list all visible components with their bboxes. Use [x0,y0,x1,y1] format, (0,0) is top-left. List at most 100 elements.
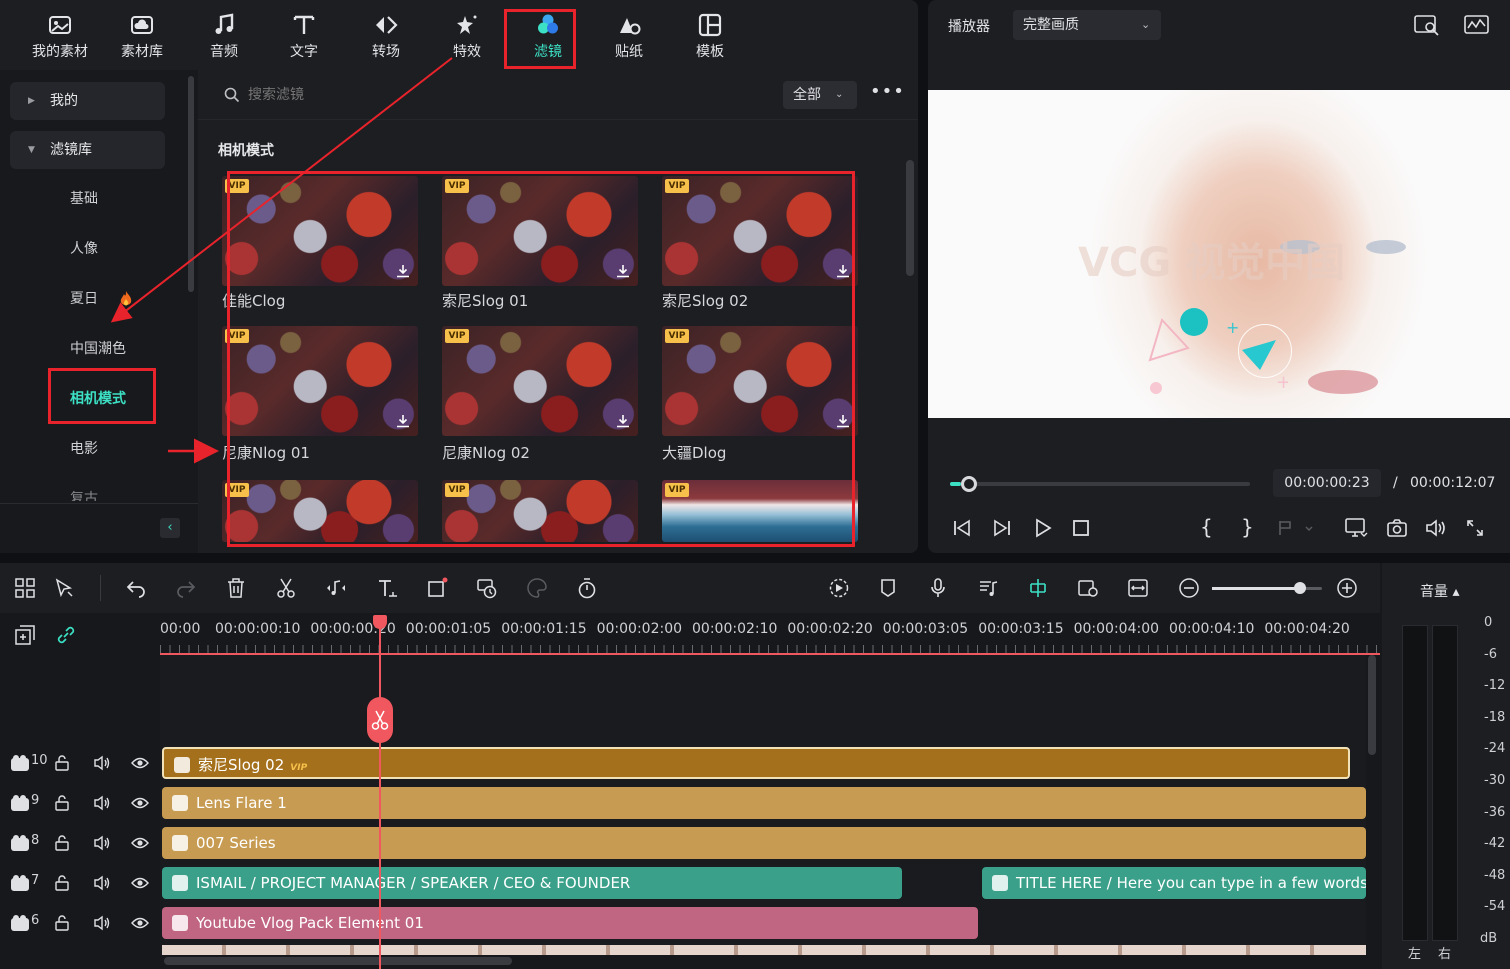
svg-text:+: + [1226,318,1239,337]
meter-right-channel [1432,625,1458,941]
annotation-arrows [110,57,453,464]
zoom-out-icon[interactable] [1178,577,1200,599]
speaker-icon[interactable] [93,914,111,932]
lock-icon[interactable] [54,835,70,851]
meter-left-label: 左 [1408,947,1422,962]
meter-title: 音量 ▴ [1420,584,1460,600]
redo-icon[interactable] [175,577,197,599]
next-frame-icon[interactable] [992,518,1012,538]
timeline-clip[interactable]: Youtube Vlog Pack Element 01 [162,907,978,939]
delete-icon[interactable] [225,577,247,599]
zoom-slider-handle[interactable] [1294,582,1306,594]
auto-ripple-icon[interactable] [1077,577,1099,599]
ruler-label: 00:00:02:10 [692,621,778,637]
fullscreen-icon[interactable] [1466,519,1484,537]
add-track-icon[interactable] [14,624,36,646]
fit-timeline-icon[interactable] [1127,577,1149,599]
lock-icon[interactable] [54,915,70,931]
playback-progress-track[interactable] [950,476,1250,492]
title-clip-icon [172,875,188,891]
stop-icon[interactable] [1072,519,1090,537]
track-header: 6 [0,903,160,943]
current-time[interactable]: 00:00:00:23 [1273,469,1381,497]
timeline-clip[interactable]: Lens Flare 1 [162,787,1366,819]
mark-in-icon[interactable]: { [1200,515,1213,539]
layout-grid-icon[interactable] [14,577,36,599]
lock-icon[interactable] [54,875,70,891]
timeline-h-scrollbar[interactable] [164,957,512,965]
video-clip-thumbnails[interactable] [162,945,1366,955]
render-preview-icon[interactable] [828,577,850,599]
audio-mix-icon[interactable] [977,577,999,599]
playhead-line[interactable] [379,625,381,969]
track-number: 9 [31,793,40,808]
eye-icon[interactable] [131,796,149,810]
eye-icon[interactable] [131,876,149,890]
eye-icon[interactable] [131,916,149,930]
marker-options-icon[interactable] [1278,519,1314,537]
link-icon[interactable] [55,624,77,646]
ruler-label: 00:00:00:10 [215,621,301,637]
watermark-text: VCG 视觉中国 [1078,240,1346,286]
text-edit-icon[interactable] [376,577,398,599]
volume-meter-panel: 音量 ▴ 0 -6 -12 -18 -24 -30 -36 -42 -48 -54 dB 左 右 [1382,563,1510,969]
divider [100,575,101,601]
timer-icon[interactable] [576,577,598,599]
zoom-slider-fill [1212,587,1300,590]
volume-icon[interactable] [1425,518,1447,538]
filter-clip-icon [174,757,190,773]
eye-icon[interactable] [131,836,149,850]
microphone-icon[interactable] [927,577,949,599]
ruler-label: 00:00:01:15 [501,621,587,637]
db-label: -18 [1484,709,1506,725]
speaker-icon[interactable] [93,794,111,812]
snapshot-compare-icon[interactable] [1414,14,1440,36]
scissors-icon [371,710,389,730]
waveform-scope-icon[interactable] [1464,14,1490,36]
speaker-icon[interactable] [93,754,111,772]
time-separator: / [1393,475,1398,491]
color-palette-icon[interactable] [526,577,548,599]
playhead-handle[interactable] [373,615,387,629]
timeline-v-scrollbar[interactable] [1368,655,1376,755]
audio-edit-icon[interactable] [325,577,347,599]
select-tool-icon[interactable] [53,577,75,599]
quality-dropdown[interactable]: 完整画质 ⌄ [1013,10,1161,40]
track-header: 8 [0,823,160,863]
play-icon[interactable] [1033,518,1053,538]
crop-icon[interactable] [426,577,448,599]
camera-snapshot-icon[interactable] [1386,518,1408,538]
marker-shield-icon[interactable] [877,577,899,599]
snap-icon[interactable] [1027,577,1049,599]
playback-scrubber[interactable] [960,476,977,492]
ruler-label: 00:00:02:00 [596,621,683,637]
timeline-clip[interactable]: 索尼Slog 02 VIP [162,747,1350,779]
ruler-label: 00:00:03:15 [978,621,1064,637]
preview-right-eye [1366,240,1406,254]
speaker-icon[interactable] [93,834,111,852]
mark-out-icon[interactable]: } [1241,515,1254,539]
video-preview[interactable]: VCG 视觉中国 + + [928,90,1510,418]
timeline-h-scroll-area [160,955,1366,969]
effect-clip-icon [172,795,188,811]
ruler-label: 00:00:01:05 [405,621,492,637]
clip-label: 007 Series [196,834,276,852]
lock-icon[interactable] [54,755,70,771]
timeline-clip[interactable]: TITLE HERE / Here you can type in a few … [982,867,1366,899]
zoom-in-icon[interactable] [1336,577,1358,599]
eye-icon[interactable] [131,756,149,770]
lock-icon[interactable] [54,795,70,811]
prev-frame-icon[interactable] [952,518,972,538]
split-button[interactable] [367,697,393,743]
display-settings-icon[interactable] [1344,517,1368,539]
title-clip-icon [992,875,1008,891]
timeline-clip[interactable]: ISMAIL / PROJECT MANAGER / SPEAKER / CEO… [162,867,902,899]
scissors-icon[interactable] [275,577,297,599]
undo-icon[interactable] [125,577,147,599]
speaker-icon[interactable] [93,874,111,892]
ruler-label: 00:00:02:20 [787,621,873,637]
timeline-ruler[interactable]: 00:00 00:00:00:10 00:00:00:20 00:00:01:05 00… [160,615,1380,655]
zoom-slider[interactable] [1212,582,1322,594]
speed-icon[interactable] [476,577,498,599]
timeline-clip[interactable]: 007 Series [162,827,1366,859]
